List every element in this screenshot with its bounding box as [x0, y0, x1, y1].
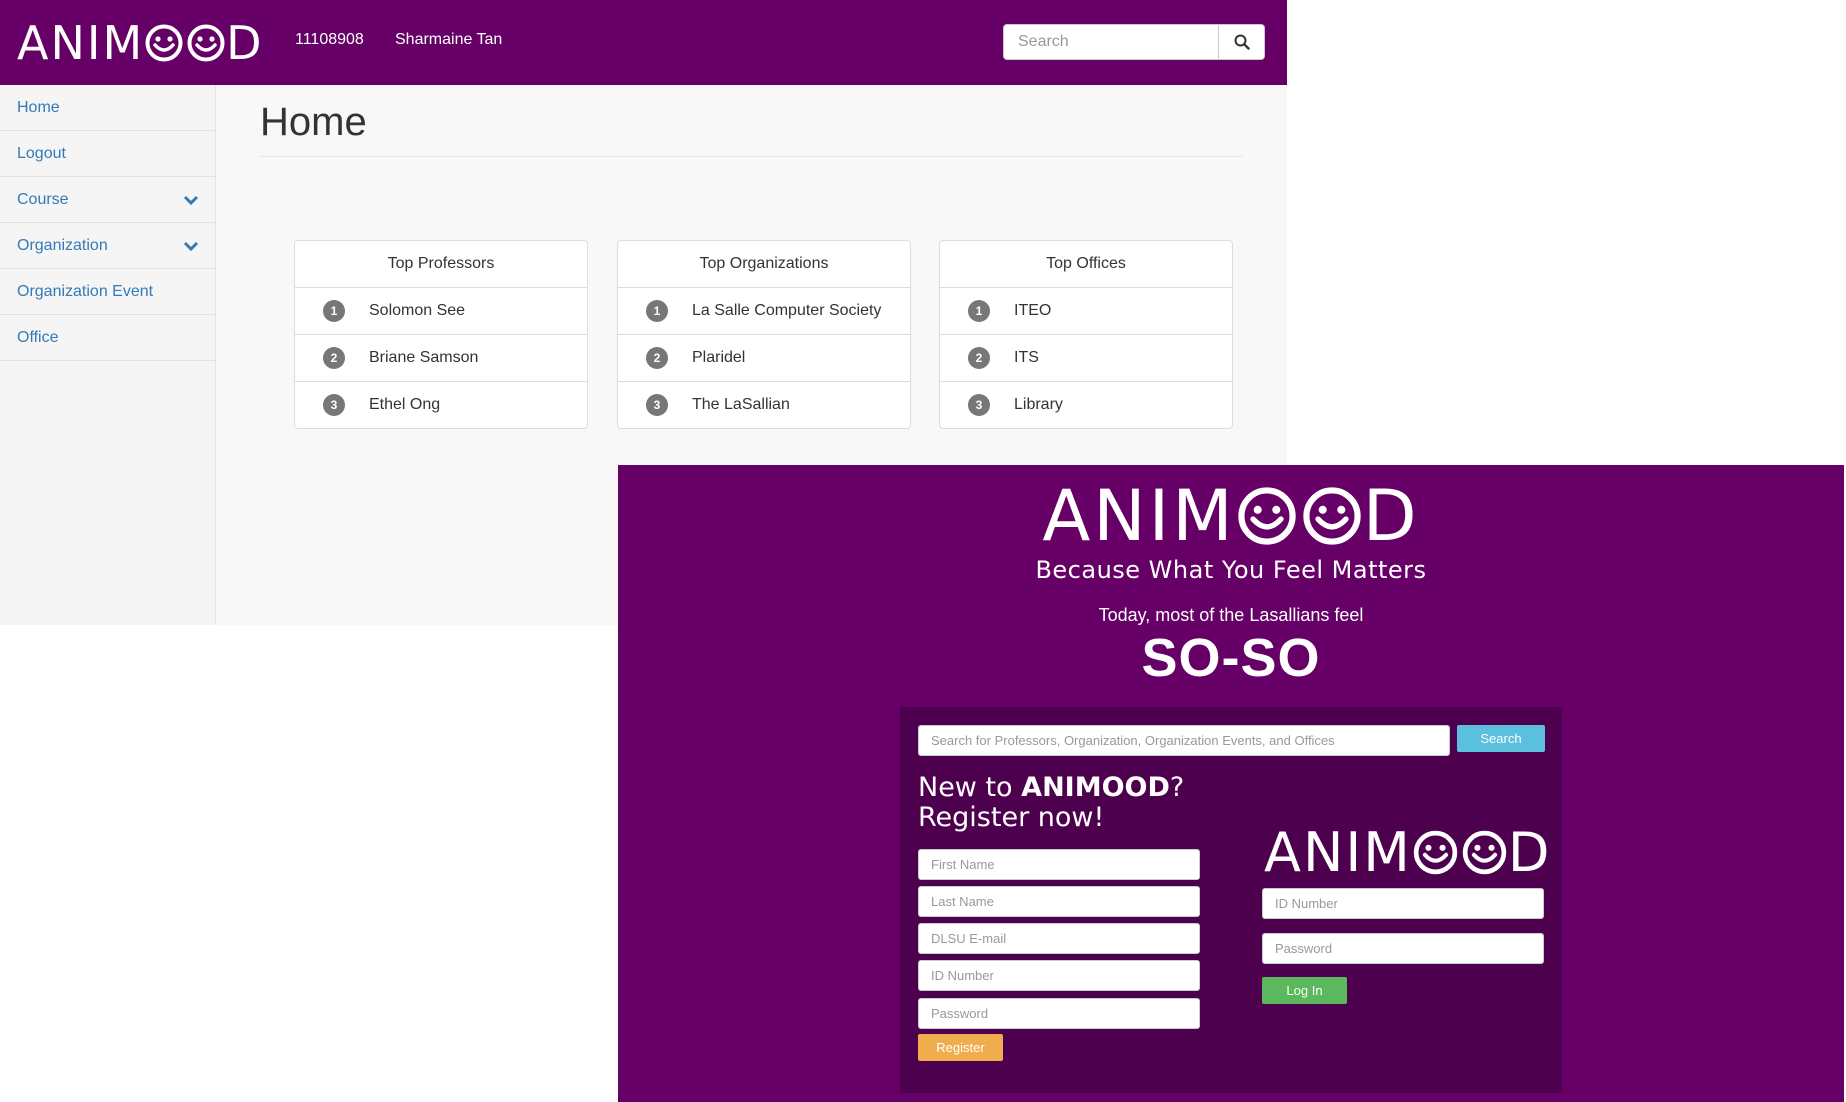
login-id-number-field[interactable]: [1262, 888, 1544, 919]
divider: [260, 156, 1243, 157]
item-name: La Salle Computer Society: [692, 302, 882, 319]
item-name: The LaSallian: [692, 396, 790, 413]
landing-brand: ANIM D Because What You Feel Matters: [618, 475, 1844, 584]
animood-logo: ANIM D: [1042, 475, 1419, 557]
smiley-icon: [1238, 487, 1296, 545]
login-password-field[interactable]: [1262, 933, 1544, 964]
rank-badge: 2: [646, 347, 668, 369]
list-item[interactable]: 2 Briane Samson: [295, 335, 587, 382]
top-organizations-panel: Top Organizations 1 La Salle Computer Soc…: [617, 240, 911, 429]
logo-text-start: ANIM: [17, 16, 145, 70]
item-name: Library: [1014, 396, 1063, 413]
chevron-down-icon: [183, 195, 199, 205]
smiley-icon: [1413, 830, 1458, 874]
logo-text-end: D: [1362, 475, 1420, 557]
landing-screen: ANIM D Because What You Feel Matters Toda…: [618, 465, 1844, 1102]
search-icon: [1234, 34, 1250, 50]
search-input[interactable]: [918, 725, 1450, 756]
sidebar-item-label: Organization: [17, 236, 108, 254]
first-name-field[interactable]: [918, 849, 1200, 880]
panel-title: Top Offices: [940, 241, 1232, 288]
list-item[interactable]: 2 ITS: [940, 335, 1232, 382]
sidebar-item-logout[interactable]: Logout: [0, 131, 215, 177]
logo-text-end: D: [226, 16, 264, 70]
item-name: ITS: [1014, 349, 1039, 366]
list-item[interactable]: 3 Ethel Ong: [295, 382, 587, 428]
rank-badge: 1: [323, 300, 345, 322]
login-button[interactable]: Log In: [1262, 977, 1347, 1004]
rank-badge: 3: [968, 394, 990, 416]
item-name: Solomon See: [369, 302, 466, 319]
email-field[interactable]: [918, 923, 1200, 954]
list-item[interactable]: 1 Solomon See: [295, 288, 587, 335]
rank-badge: 3: [323, 394, 345, 416]
sidebar-item-label: Logout: [17, 144, 66, 162]
animood-logo[interactable]: ANIM D: [17, 16, 264, 70]
register-heading-text: New to: [918, 772, 1022, 803]
register-button[interactable]: Register: [918, 1034, 1003, 1061]
search-input[interactable]: [1003, 24, 1219, 60]
rank-badge: 2: [968, 347, 990, 369]
sidebar-item-course[interactable]: Course: [0, 177, 215, 223]
list-item[interactable]: 3 The LaSallian: [618, 382, 910, 428]
panel-title: Top Organizations: [618, 241, 910, 288]
user-name: Sharmaine Tan: [395, 31, 503, 48]
logo-text-end: D: [1507, 820, 1552, 884]
page-title: Home: [260, 100, 367, 144]
item-name: ITEO: [1014, 302, 1052, 319]
rank-badge: 1: [646, 300, 668, 322]
sidebar-item-label: Home: [17, 98, 60, 116]
mood-intro-text: Today, most of the Lasallians feel: [1098, 605, 1364, 625]
panel-title: Top Professors: [295, 241, 587, 288]
sidebar-item-label: Office: [17, 328, 59, 346]
rank-badge: 1: [968, 300, 990, 322]
smiley-icon: [1303, 487, 1361, 545]
sidebar: Home Logout Course Organization Organiza…: [0, 85, 216, 625]
rank-badge: 2: [323, 347, 345, 369]
user-id: 11108908: [295, 31, 364, 48]
top-professors-panel: Top Professors 1 Solomon See 2 Briane Sams…: [294, 240, 588, 429]
sidebar-item-organization-event[interactable]: Organization Event: [0, 269, 215, 315]
last-name-field[interactable]: [918, 886, 1200, 917]
top-offices-panel: Top Offices 1 ITEO 2 ITS 3 Library: [939, 240, 1233, 429]
mood-value: SO-SO: [1141, 628, 1321, 688]
smiley-icon: [1462, 830, 1507, 874]
register-password-field[interactable]: [918, 998, 1200, 1029]
rank-badge: 3: [646, 394, 668, 416]
sidebar-item-label: Organization Event: [17, 282, 154, 300]
list-item[interactable]: 1 ITEO: [940, 288, 1232, 335]
list-item[interactable]: 2 Plaridel: [618, 335, 910, 382]
register-id-number-field[interactable]: [918, 960, 1200, 991]
register-heading-punct: ?: [1169, 772, 1185, 803]
sidebar-item-label: Course: [17, 190, 69, 208]
logo-text-start: ANIM: [1264, 820, 1412, 884]
sidebar-item-organization[interactable]: Organization: [0, 223, 215, 269]
list-item[interactable]: 3 Library: [940, 382, 1232, 428]
search-button[interactable]: Search: [1457, 725, 1545, 752]
sidebar-item-home[interactable]: Home: [0, 85, 215, 131]
logo-text-start: ANIM: [1042, 475, 1236, 557]
list-item[interactable]: 1 La Salle Computer Society: [618, 288, 910, 335]
sidebar-item-office[interactable]: Office: [0, 315, 215, 361]
animood-logo: ANIM D: [1264, 821, 1551, 884]
auth-card: Search New to ANIMOOD? Register now! Reg…: [900, 707, 1562, 1093]
smiley-icon: [145, 24, 183, 62]
register-heading: New to ANIMOOD? Register now!: [918, 773, 1184, 833]
chevron-down-icon: [183, 241, 199, 251]
tagline: Because What You Feel Matters: [1035, 556, 1427, 584]
register-heading-line2: Register now!: [918, 802, 1105, 833]
smiley-icon: [187, 24, 225, 62]
register-heading-brand: ANIMOOD: [1021, 772, 1170, 803]
search-button[interactable]: [1219, 24, 1265, 60]
item-name: Plaridel: [692, 349, 746, 366]
top-navbar: ANIM D 11108908 Sharmaine Tan: [0, 0, 1287, 85]
item-name: Ethel Ong: [369, 396, 441, 413]
item-name: Briane Samson: [369, 349, 479, 366]
